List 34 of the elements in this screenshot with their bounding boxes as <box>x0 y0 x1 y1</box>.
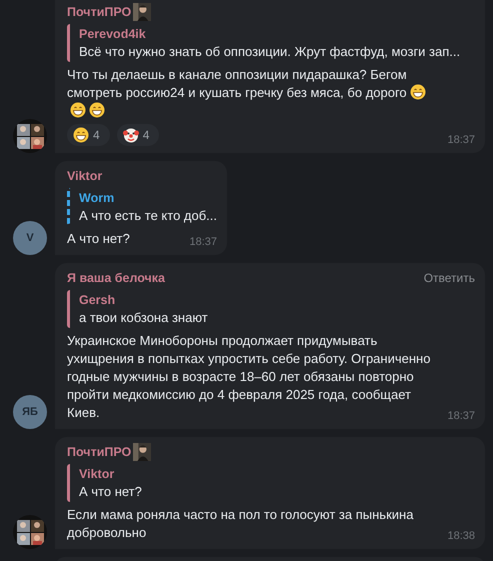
reply-link[interactable]: Ответить <box>424 270 475 286</box>
message-time: 18:37 <box>189 235 218 249</box>
message-text: А что нет? <box>67 230 131 248</box>
quoted-author: Viktor <box>79 466 114 483</box>
message-time: 18:37 <box>447 133 475 147</box>
quoted-text: А что есть те кто доб... <box>79 207 218 225</box>
quoted-reply[interactable]: Gersh а твои кобзона знают <box>67 290 475 328</box>
quoted-text: Всё что нужно знать об оппозиции. Жрут фастфуд, мозги зап... <box>79 43 460 61</box>
grin-emoji-icon <box>73 127 89 143</box>
quoted-reply[interactable]: Viktor А что нет? <box>67 464 475 502</box>
grin-emoji-icon <box>89 102 105 118</box>
clown-emoji-icon <box>122 127 139 143</box>
quoted-text: А что нет? <box>79 483 142 501</box>
quoted-author: Gersh <box>79 292 116 309</box>
message-text: Если мама роняла часто на пол то голосуют за пынькина добровольно <box>67 506 414 542</box>
quoted-author: Perevod4ik <box>79 26 146 43</box>
quoted-reply[interactable]: Perevod4ik Всё что нужно знать об оппозиции. Жрут фастфуд, мозги зап... <box>67 24 475 62</box>
message-time: 18:37 <box>447 409 475 423</box>
user-avatar[interactable]: ЯБ <box>13 395 47 429</box>
quoted-text: а твои кобзона знают <box>79 309 208 327</box>
reaction-chip[interactable]: 4 <box>67 124 110 146</box>
message-text: Украинское Минобороны продолжает придумывать ухищрения в попытках упростить себе работу. Ограниченно годные мужчины в возрасте 18–60 лет обязаны повторно пройти медкомиссию до 4 февраля 2025 года, сообщает Киев. <box>67 332 432 422</box>
user-avatar[interactable]: V <box>13 221 47 255</box>
message-time: 18:38 <box>447 529 475 543</box>
quoted-reply[interactable]: Worm А что есть те кто доб... <box>67 188 218 226</box>
author-name[interactable]: Viktor <box>67 168 102 184</box>
quoted-author: Worm <box>79 190 114 207</box>
author-name[interactable]: Я ваша белочка <box>67 270 166 286</box>
reaction-chip[interactable]: 4 <box>116 124 160 146</box>
grin-emoji-icon <box>70 102 86 118</box>
message-text: Что ты делаешь в канале оппозиции пидарашка? Бегом смотреть россию24 и кушать гречку без мяса, бо дорого <box>67 66 435 120</box>
grin-emoji-icon <box>410 84 426 100</box>
author-name[interactable]: ПочтиПРО <box>67 4 132 20</box>
author-name[interactable]: ПочтиПРО <box>67 444 132 460</box>
